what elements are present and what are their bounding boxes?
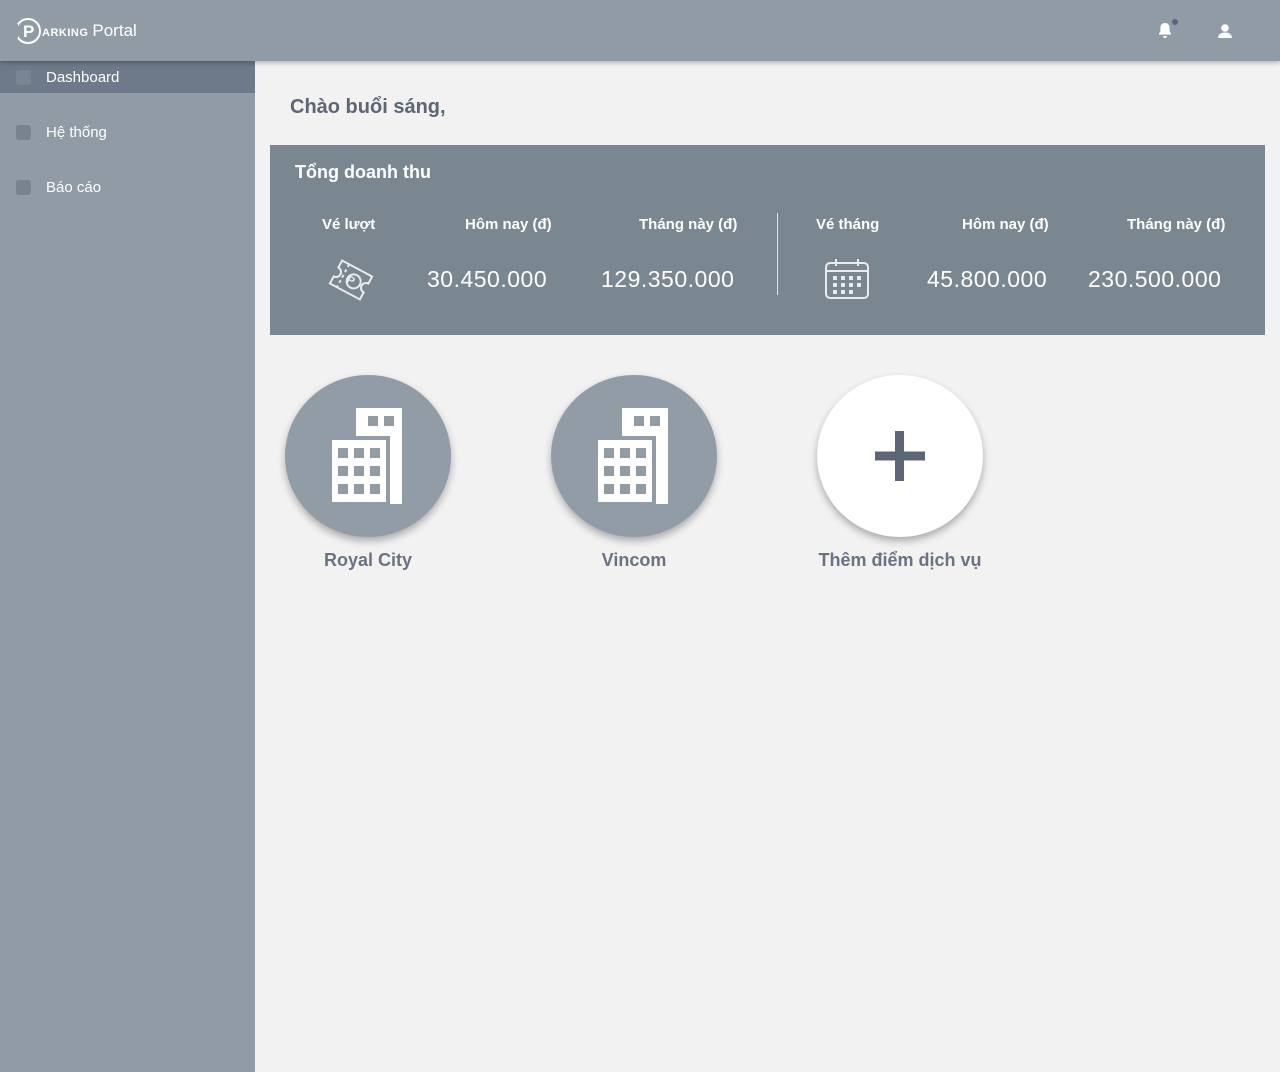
revenue-panel: Tổng doanh thu Vé lượt Hôm nay (đ) Tháng… — [270, 145, 1265, 335]
dashboard-icon — [16, 69, 31, 85]
revenue-title: Tổng doanh thu — [295, 162, 431, 182]
turn-month-label: Tháng này (đ) — [639, 216, 738, 233]
bell-icon[interactable] — [1157, 19, 1178, 40]
reports-icon — [16, 179, 31, 195]
parking-logo-icon: P — [15, 18, 41, 44]
panel-divider — [777, 213, 778, 295]
building-icon — [328, 408, 402, 506]
add-site-button[interactable]: Thêm điểm dịch vụ — [817, 375, 983, 571]
user-icon[interactable] — [1217, 22, 1235, 40]
calendar-icon — [824, 258, 870, 305]
sidebar-item-label: Dashboard — [46, 68, 120, 86]
site-card-royal-city[interactable]: Royal City — [285, 375, 451, 571]
sidebar-item-dashboard[interactable]: Dashboard — [0, 61, 255, 93]
site-circle[interactable] — [285, 375, 451, 537]
add-site-label: Thêm điểm dịch vụ — [818, 550, 982, 570]
site-card-vincom[interactable]: Vincom — [551, 375, 717, 571]
plus-icon — [875, 431, 925, 481]
turn-month-value: 129.350.000 — [601, 266, 735, 292]
parking-ticket-icon: P — [324, 253, 378, 312]
sidebar-item-label: Báo cáo — [46, 178, 102, 196]
add-site-circle[interactable] — [817, 375, 983, 537]
logo-suffix: Portal — [92, 21, 137, 40]
turn-today-label: Hôm nay (đ) — [465, 216, 552, 233]
top-bar: P ARKING Portal — [0, 0, 1280, 61]
site-name: Vincom — [601, 550, 667, 570]
site-circle[interactable] — [551, 375, 717, 537]
app-logo[interactable]: P ARKING Portal — [15, 18, 137, 44]
building-icon — [594, 408, 668, 506]
notification-dot — [1172, 19, 1178, 25]
turn-today-value: 30.450.000 — [427, 266, 548, 292]
sidebar: Dashboard Hệ thống Báo cáo — [0, 61, 255, 1072]
monthly-today-value: 45.800.000 — [927, 266, 1048, 292]
site-name: Royal City — [323, 550, 413, 570]
monthly-month-label: Tháng này (đ) — [1127, 216, 1226, 233]
logo-text: ARKING — [42, 26, 89, 39]
sidebar-item-reports[interactable]: Báo cáo — [0, 171, 255, 203]
svg-text:P: P — [344, 274, 356, 288]
system-icon — [16, 124, 31, 140]
monthly-month-value: 230.500.000 — [1088, 266, 1222, 292]
turn-ticket-label: Vé lượt — [322, 216, 376, 233]
monthly-today-label: Hôm nay (đ) — [962, 216, 1049, 233]
sidebar-item-system[interactable]: Hệ thống — [0, 116, 255, 148]
page-greeting: Chào buổi sáng, — [290, 96, 446, 118]
sidebar-item-label: Hệ thống — [46, 123, 107, 141]
monthly-ticket-label: Vé tháng — [816, 216, 880, 233]
